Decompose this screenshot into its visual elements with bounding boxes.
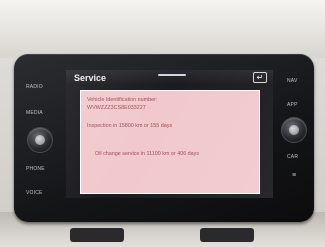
vin-label: Vehicle Identification number:	[87, 97, 158, 103]
menu-icon[interactable]: ≡	[288, 172, 300, 180]
vent-slot	[70, 228, 124, 242]
page-title: Service	[74, 73, 107, 83]
dashboard-trim-top	[0, 0, 325, 58]
volume-knob-cap	[35, 135, 45, 145]
phone-button[interactable]: PHONE	[26, 166, 45, 172]
tune-knob-cap	[289, 125, 299, 135]
inspection-text: Inspection in 15800 km or 155 days	[87, 123, 173, 129]
nav-button[interactable]: NAV	[287, 78, 298, 84]
voice-button[interactable]: VOICE	[26, 190, 43, 196]
service-info-panel: Vehicle Identification number: WVWZZZ3CS…	[80, 90, 260, 194]
infotainment-screen: Service ↵ Vehicle Identification number:…	[66, 70, 273, 198]
back-button[interactable]: ↵	[253, 72, 267, 83]
screen-header: Service ↵	[66, 70, 273, 86]
dashboard-scene: RADIO MEDIA PHONE VOICE NAV APP CAR ≡ Se…	[0, 0, 325, 247]
header-indicator-line	[158, 74, 186, 76]
car-button[interactable]: CAR	[287, 154, 298, 160]
tune-knob[interactable]	[282, 118, 306, 142]
back-arrow-icon: ↵	[256, 73, 264, 82]
media-button[interactable]: MEDIA	[26, 110, 43, 116]
oil-change-text: Oil change service in 11100 km or 406 da…	[95, 151, 200, 157]
app-button[interactable]: APP	[287, 102, 298, 108]
vin-value: WVWZZZ3CS8E033227	[87, 105, 146, 111]
radio-button[interactable]: RADIO	[26, 84, 43, 90]
vent-slot	[200, 228, 254, 242]
volume-knob[interactable]	[28, 128, 52, 152]
